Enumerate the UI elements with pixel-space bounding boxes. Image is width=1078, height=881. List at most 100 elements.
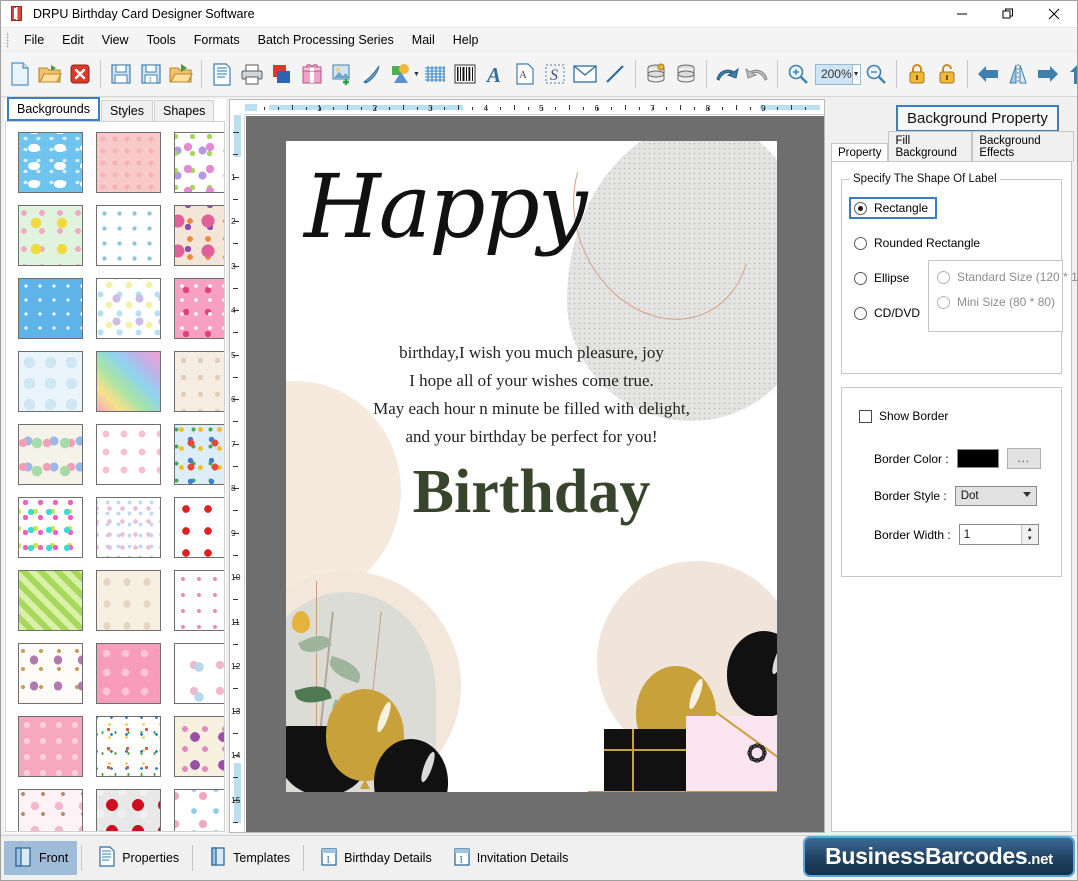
open-folder-icon[interactable]	[35, 55, 65, 93]
align-top-icon[interactable]	[1063, 55, 1077, 93]
background-thumbnail-red-hearts[interactable]	[174, 497, 224, 558]
text-a-icon[interactable]: A	[480, 55, 510, 93]
statusbar-item-invitation-details[interactable]: I Invitation Details	[444, 841, 578, 875]
line-icon[interactable]	[600, 55, 630, 93]
save-icon[interactable]	[106, 55, 136, 93]
background-thumbnail-happy-birthday-banner[interactable]	[18, 424, 83, 485]
background-thumbnail-colorful-balloons[interactable]	[174, 424, 224, 485]
menu-tools[interactable]: Tools	[138, 30, 185, 50]
menu-batch-processing-series[interactable]: Batch Processing Series	[249, 30, 403, 50]
background-thumbnail-blue-bubbles[interactable]	[18, 351, 83, 412]
background-thumbnail-pastel-cupcakes[interactable]	[174, 643, 224, 704]
border-style-select[interactable]: Dot	[954, 486, 1037, 506]
border-color-picker-button[interactable]: ...	[1006, 448, 1041, 469]
radio-rounded-rectangle[interactable]: Rounded Rectangle	[854, 236, 980, 250]
open-recent-icon[interactable]	[166, 55, 196, 93]
zoom-in-icon[interactable]	[783, 55, 813, 93]
spin-down-icon[interactable]: ▼	[1022, 535, 1038, 545]
database-settings-icon[interactable]	[641, 55, 671, 93]
zoom-dropdown-chevron-down-icon[interactable]: ▼	[852, 63, 861, 85]
tab-shapes[interactable]: Shapes	[154, 100, 215, 121]
background-thumbnail-pink-hearts-texture[interactable]	[96, 132, 161, 193]
radio-rectangle[interactable]: Rectangle	[849, 197, 938, 219]
menu-mail[interactable]: Mail	[403, 30, 444, 50]
tab-background-effects[interactable]: Background Effects	[972, 131, 1074, 162]
print-icon[interactable]	[237, 55, 267, 93]
border-width-spin-arrows[interactable]: ▲ ▼	[1020, 525, 1038, 545]
background-thumbnail-purple-florals[interactable]	[18, 643, 83, 704]
background-thumbnail-sky-clouds[interactable]	[18, 132, 83, 193]
card-verse[interactable]: birthday,I wish you much pleasure, joy I…	[286, 339, 777, 451]
align-right-icon[interactable]	[1033, 55, 1063, 93]
background-thumbnail-rainbow-swirl[interactable]	[96, 351, 161, 412]
watermark-icon[interactable]	[420, 55, 450, 93]
layers-icon[interactable]	[267, 55, 297, 93]
database-icon[interactable]	[671, 55, 701, 93]
card-heading-happy[interactable]: Happy	[304, 163, 588, 251]
background-thumbnail-pink-swirl[interactable]	[18, 716, 83, 777]
background-thumbnail-pink-cake-pattern[interactable]	[18, 789, 83, 831]
signature-icon[interactable]: S	[540, 55, 570, 93]
background-thumbnail-bird-balloons[interactable]	[174, 205, 224, 266]
background-thumbnail-cream-cakes[interactable]	[96, 570, 161, 631]
background-thumbnail-confetti-dots[interactable]	[96, 716, 161, 777]
radio-ellipse[interactable]: Ellipse	[854, 271, 909, 285]
close-document-icon[interactable]	[65, 55, 95, 93]
menu-formats[interactable]: Formats	[185, 30, 249, 50]
gift-icon[interactable]	[297, 55, 327, 93]
backgrounds-thumbnail-list[interactable]	[5, 121, 225, 832]
lock-open-icon[interactable]	[932, 55, 962, 93]
tab-backgrounds[interactable]: Backgrounds	[7, 97, 100, 121]
text-frame-icon[interactable]: A	[510, 55, 540, 93]
background-thumbnail-pink-hearts[interactable]	[96, 643, 161, 704]
undo-icon[interactable]	[712, 55, 742, 93]
menu-view[interactable]: View	[93, 30, 138, 50]
background-thumbnail-pastel-flowers[interactable]	[174, 132, 224, 193]
barcode-icon[interactable]	[450, 55, 480, 93]
background-thumbnail-blue-stars[interactable]	[18, 278, 83, 339]
tab-property[interactable]: Property	[831, 143, 889, 162]
email-icon[interactable]	[570, 55, 600, 93]
greeting-card-design[interactable]: Happy birthday,I wish you much pleasure,…	[286, 141, 777, 792]
tab-styles[interactable]: Styles	[100, 100, 154, 121]
background-thumbnail-birthday-cake-scene[interactable]	[174, 789, 224, 831]
insert-image-icon[interactable]	[327, 55, 357, 93]
background-thumbnail-winter-snow-scene[interactable]	[96, 205, 161, 266]
radio-mini-size[interactable]: Mini Size (80 * 80)	[937, 295, 1055, 309]
statusbar-item-templates[interactable]: Templates	[200, 841, 299, 875]
text-document-icon[interactable]	[207, 55, 237, 93]
border-color-swatch[interactable]	[956, 449, 999, 468]
background-thumbnail-pink-party-cakes[interactable]	[174, 278, 224, 339]
background-thumbnail-pastel-balloons[interactable]	[96, 278, 161, 339]
zoom-out-icon[interactable]	[861, 55, 891, 93]
canvas-scroll-region[interactable]: Happy birthday,I wish you much pleasure,…	[246, 116, 824, 832]
background-thumbnail-yellow-daisies[interactable]	[18, 205, 83, 266]
checkbox-show-border[interactable]: Show Border	[859, 409, 948, 423]
background-thumbnail-balloon-bouquets[interactable]	[96, 497, 161, 558]
redo-icon[interactable]	[742, 55, 772, 93]
background-thumbnail-neon-hearts[interactable]	[18, 497, 83, 558]
spin-up-icon[interactable]: ▲	[1022, 525, 1038, 535]
statusbar-item-properties[interactable]: Properties	[89, 841, 188, 875]
statusbar-item-birthday-details[interactable]: I Birthday Details	[311, 841, 441, 875]
radio-standard-size[interactable]: Standard Size (120 * 120)	[937, 270, 1077, 284]
minimize-icon[interactable]	[939, 1, 985, 28]
align-left-icon[interactable]	[973, 55, 1003, 93]
menu-file[interactable]: File	[15, 30, 53, 50]
tab-fill-background[interactable]: Fill Background	[888, 131, 973, 162]
statusbar-item-front[interactable]: Front	[4, 841, 78, 875]
new-document-icon[interactable]	[5, 55, 35, 93]
background-thumbnail-beige-teddy[interactable]	[174, 351, 224, 412]
background-thumbnail-green-stripes[interactable]	[18, 570, 83, 631]
menu-help[interactable]: Help	[444, 30, 488, 50]
card-subheading-birthday[interactable]: Birthday	[286, 457, 777, 528]
background-thumbnail-green-garden[interactable]	[174, 570, 224, 631]
close-icon[interactable]	[1031, 1, 1077, 28]
border-width-stepper[interactable]: 1 ▲ ▼	[958, 524, 1039, 545]
flip-horizontal-icon[interactable]	[1003, 55, 1033, 93]
save-as-icon[interactable]: I	[136, 55, 166, 93]
radio-cd-dvd[interactable]: CD/DVD	[854, 306, 920, 320]
background-thumbnail-red-silver-balloons[interactable]	[96, 789, 161, 831]
background-thumbnail-purple-blossoms[interactable]	[174, 716, 224, 777]
chevron-down-icon[interactable]: ▼	[413, 55, 420, 93]
